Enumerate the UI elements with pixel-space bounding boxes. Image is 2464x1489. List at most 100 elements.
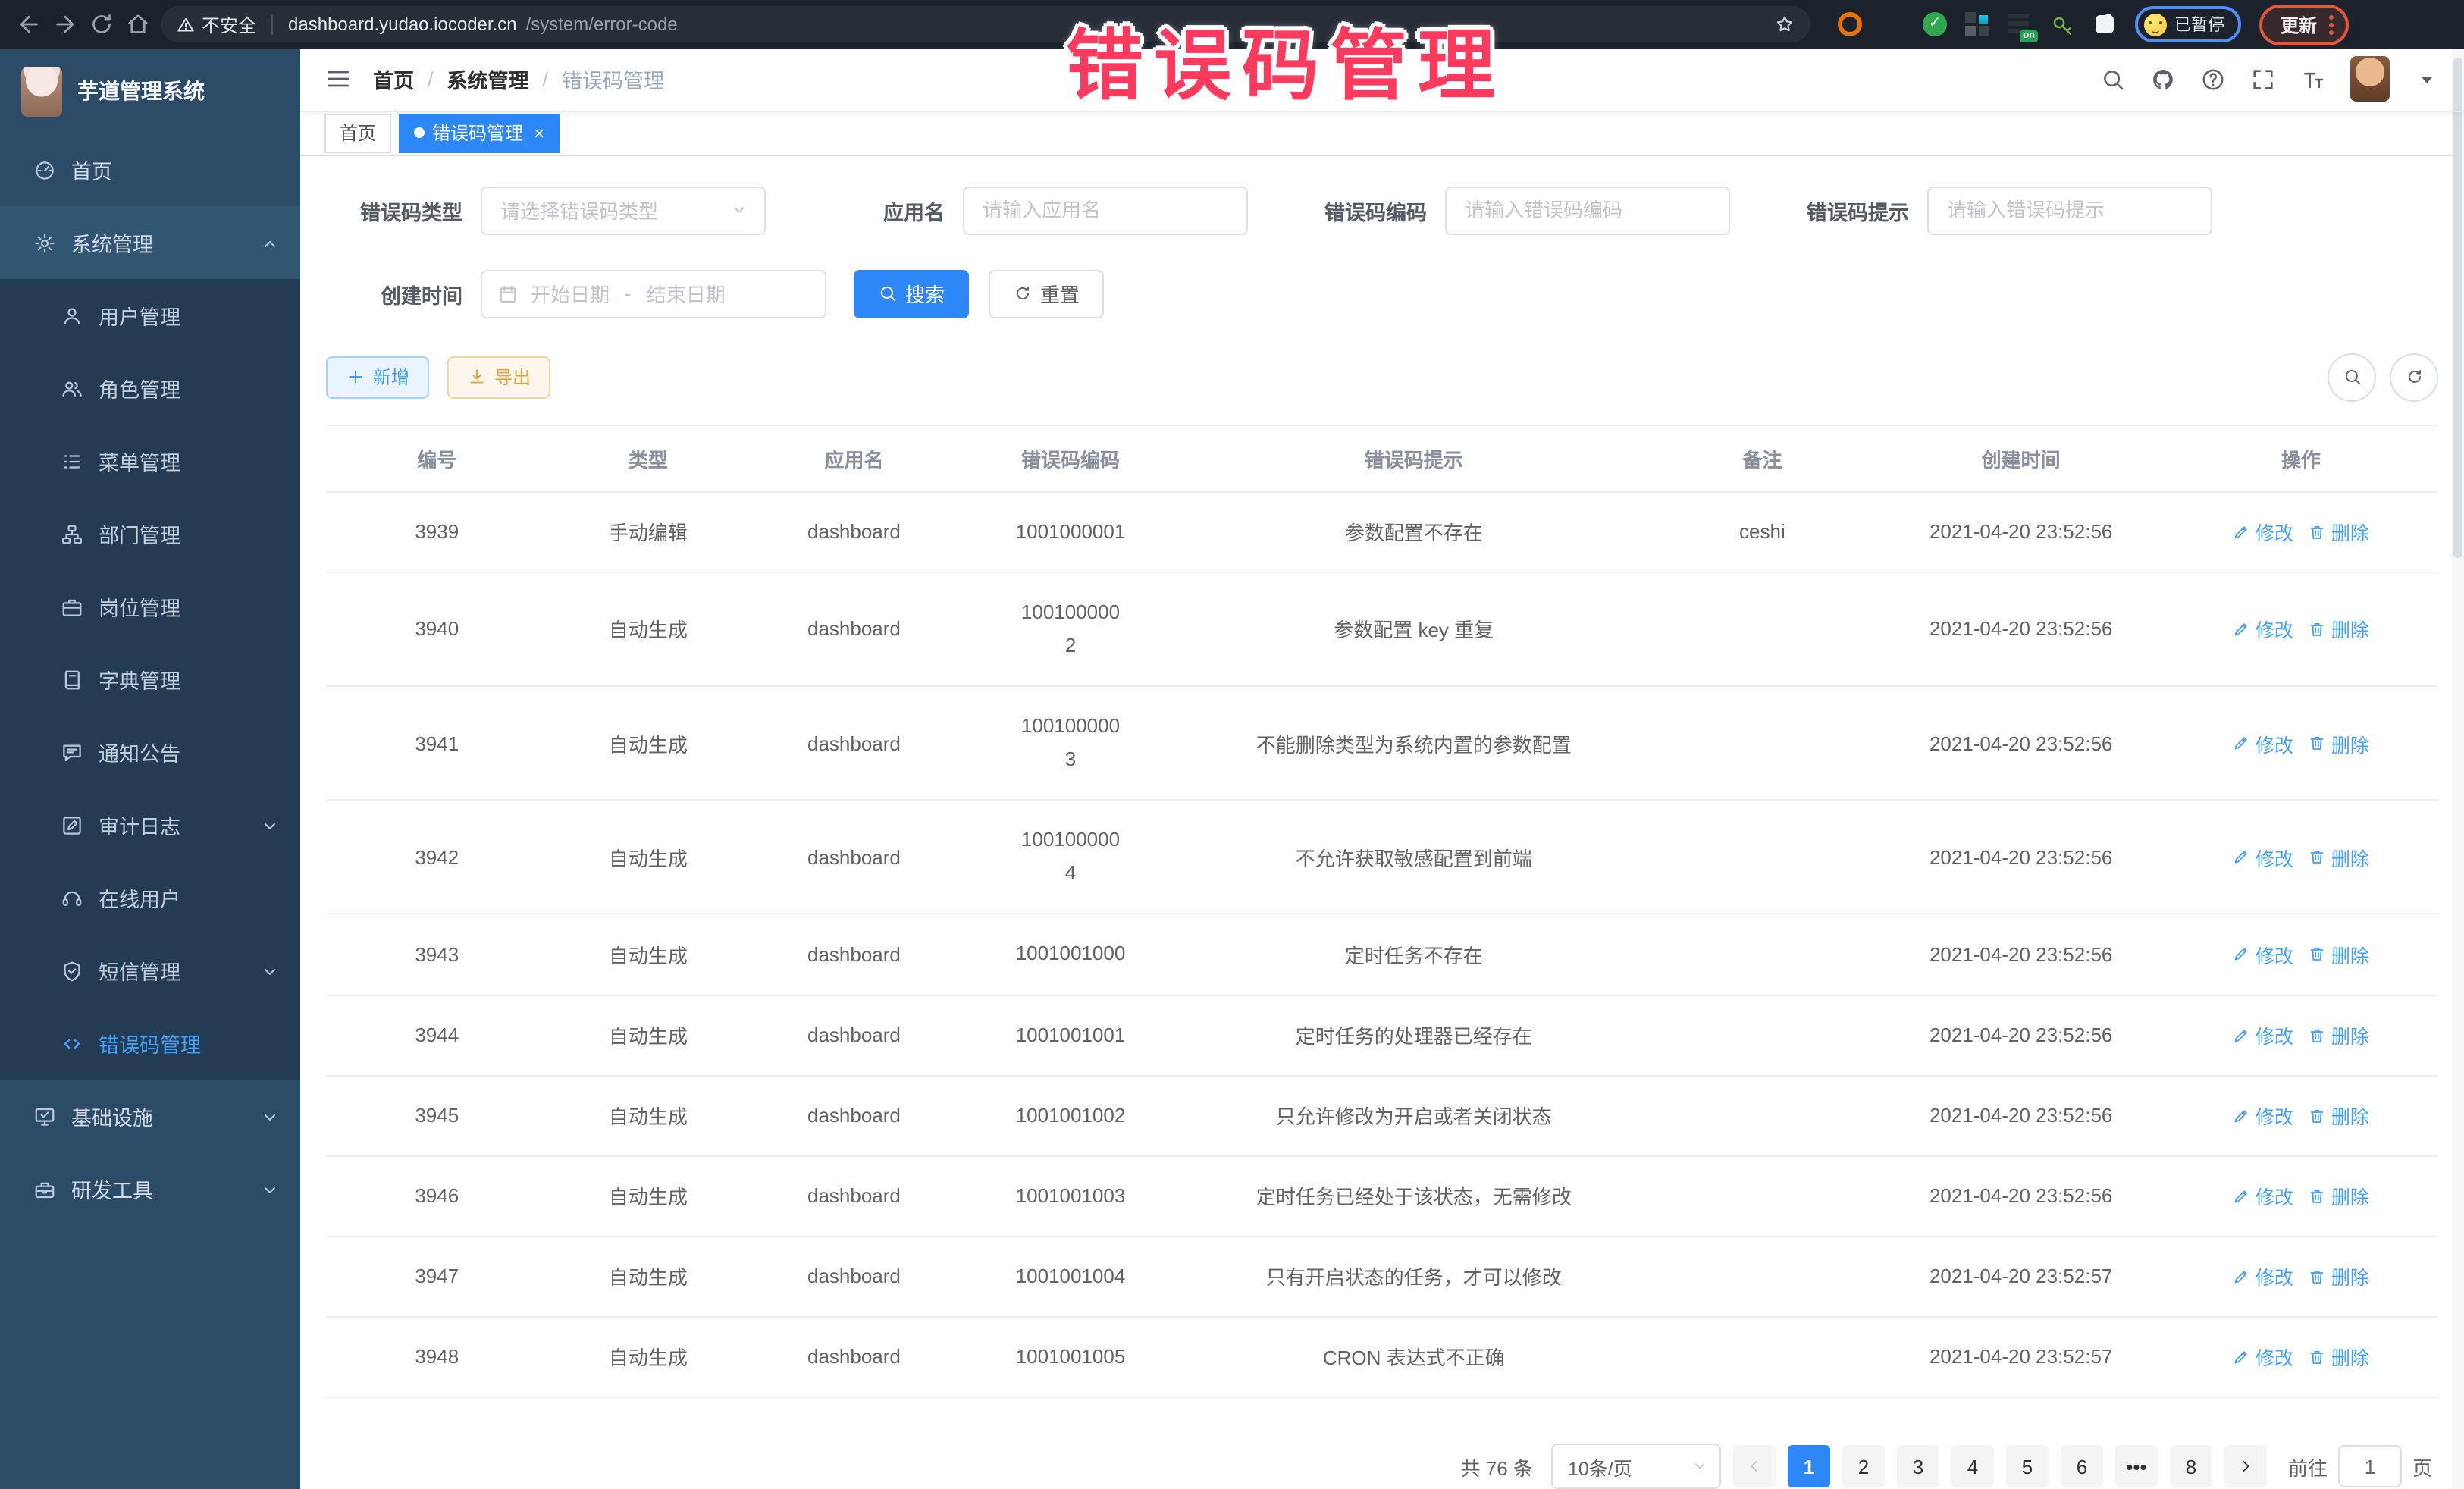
sidebar-item-审计日志[interactable]: 审计日志 xyxy=(0,788,300,861)
next-page-button[interactable] xyxy=(2224,1445,2267,1487)
sidebar-item-在线用户[interactable]: 在线用户 xyxy=(0,861,300,934)
more-pages-button[interactable]: ••• xyxy=(2115,1445,2158,1487)
bookmark-star-icon[interactable] xyxy=(1774,14,1795,35)
edit-link[interactable]: 修改 xyxy=(2233,729,2293,757)
sidebar-item-角色管理[interactable]: 角色管理 xyxy=(0,352,300,425)
page-button-1[interactable]: 1 xyxy=(1788,1445,1830,1487)
sidebar-item-用户管理[interactable]: 用户管理 xyxy=(0,279,300,352)
goto-page-input[interactable] xyxy=(2338,1445,2402,1487)
table-row[interactable]: 3945自动生成dashboard1001001002只允许修改为开启或者关闭状… xyxy=(326,1075,2438,1155)
breadcrumb-system[interactable]: 系统管理 xyxy=(447,64,529,95)
page-button-4[interactable]: 4 xyxy=(1951,1445,1994,1487)
delete-link[interactable]: 删除 xyxy=(2309,1020,2369,1049)
profile-paused-badge[interactable]: 已暂停 xyxy=(2135,6,2241,42)
hint-input[interactable] xyxy=(1927,187,2212,235)
export-button[interactable]: 导出 xyxy=(447,356,550,399)
prev-page-button[interactable] xyxy=(1733,1445,1776,1487)
code-input[interactable] xyxy=(1445,187,1730,235)
help-icon[interactable] xyxy=(2200,67,2226,92)
sidebar-item-系统管理[interactable]: 系统管理 xyxy=(0,206,300,279)
scrollbar[interactable] xyxy=(2452,49,2464,1489)
table-row[interactable]: 3941自动生成dashboard100100000 3不能删除类型为系统内置的… xyxy=(326,686,2438,800)
table-row[interactable]: 3943自动生成dashboard1001001000定时任务不存在2021-0… xyxy=(326,914,2438,995)
delete-link[interactable]: 删除 xyxy=(2309,940,2369,969)
page-button-5[interactable]: 5 xyxy=(2006,1445,2049,1487)
extension-orange-icon[interactable] xyxy=(1838,12,1862,36)
table-row[interactable]: 3948自动生成dashboard1001001005CRON 表达式不正确20… xyxy=(326,1317,2438,1397)
edit-link[interactable]: 修改 xyxy=(2233,1101,2293,1130)
type-select[interactable]: 请选择错误码类型 xyxy=(481,187,766,235)
delete-link[interactable]: 删除 xyxy=(2309,843,2369,872)
delete-link[interactable]: 删除 xyxy=(2309,1182,2369,1211)
edit-link[interactable]: 修改 xyxy=(2233,1020,2293,1049)
back-icon[interactable] xyxy=(15,11,42,38)
page-button-6[interactable]: 6 xyxy=(2061,1445,2103,1487)
browser-menu-icon[interactable] xyxy=(2329,14,2334,34)
address-bar[interactable]: 不安全 dashboard.yudao.iocoder.cn/system/er… xyxy=(161,6,1810,42)
show-search-button[interactable] xyxy=(2328,353,2376,402)
add-button[interactable]: 新增 xyxy=(326,356,429,399)
extension-check-icon[interactable]: ✓ xyxy=(1923,12,1947,36)
sidebar-item-短信管理[interactable]: 短信管理 xyxy=(0,934,300,1007)
table-row[interactable]: 3947自动生成dashboard1001001004只有开启状态的任务，才可以… xyxy=(326,1237,2438,1317)
table-row[interactable]: 3946自动生成dashboard1001001003定时任务已经处于该状态，无… xyxy=(326,1155,2438,1236)
sidebar-item-岗位管理[interactable]: 岗位管理 xyxy=(0,570,300,643)
edit-link[interactable]: 修改 xyxy=(2233,843,2293,872)
extension-key-icon[interactable] xyxy=(2050,12,2074,36)
sidebar-item-首页[interactable]: 首页 xyxy=(0,133,300,206)
sidebar-item-错误码管理[interactable]: 错误码管理 xyxy=(0,1007,300,1080)
home-icon[interactable] xyxy=(124,11,152,38)
delete-link[interactable]: 删除 xyxy=(2309,615,2369,644)
forward-icon[interactable] xyxy=(52,11,79,38)
extension-gem-icon[interactable] xyxy=(1880,12,1904,36)
user-avatar[interactable] xyxy=(2350,57,2390,102)
sidebar-item-菜单管理[interactable]: 菜单管理 xyxy=(0,425,300,497)
page-size-select[interactable]: 10条/页 xyxy=(1551,1444,1721,1489)
reset-button[interactable]: 重置 xyxy=(989,270,1104,318)
search-button[interactable]: 搜索 xyxy=(854,270,969,318)
sidebar-item-基础设施[interactable]: 基础设施 xyxy=(0,1080,300,1152)
date-range-input[interactable]: 开始日期 - 结束日期 xyxy=(481,270,826,318)
search-icon[interactable] xyxy=(2100,67,2126,92)
browser-update-button[interactable]: 更新 xyxy=(2259,4,2349,45)
delete-link[interactable]: 删除 xyxy=(2309,1101,2369,1130)
table-row[interactable]: 3940自动生成dashboard100100000 2参数配置 key 重复2… xyxy=(326,572,2438,686)
fullscreen-icon[interactable] xyxy=(2250,67,2276,92)
github-icon[interactable] xyxy=(2150,67,2176,92)
font-size-icon[interactable] xyxy=(2300,67,2326,92)
edit-link[interactable]: 修改 xyxy=(2233,518,2293,547)
sidebar-item-通知公告[interactable]: 通知公告 xyxy=(0,716,300,788)
edit-link[interactable]: 修改 xyxy=(2233,1182,2293,1211)
app-logo[interactable]: 芋道管理系统 xyxy=(0,49,300,133)
edit-link[interactable]: 修改 xyxy=(2233,615,2293,644)
page-button-2[interactable]: 2 xyxy=(1842,1445,1885,1487)
sidebar-item-部门管理[interactable]: 部门管理 xyxy=(0,497,300,570)
tab-home[interactable]: 首页 xyxy=(324,114,391,153)
scrollbar-thumb[interactable] xyxy=(2453,58,2462,558)
edit-link[interactable]: 修改 xyxy=(2233,1343,2293,1371)
table-row[interactable]: 3944自动生成dashboard1001001001定时任务的处理器已经存在2… xyxy=(326,995,2438,1075)
delete-link[interactable]: 删除 xyxy=(2309,1262,2369,1291)
edit-link[interactable]: 修改 xyxy=(2233,940,2293,969)
tab-error-code[interactable]: 错误码管理 × xyxy=(399,114,560,153)
extension-grid-icon[interactable] xyxy=(1965,12,1989,36)
edit-link[interactable]: 修改 xyxy=(2233,1262,2293,1291)
page-button-3[interactable]: 3 xyxy=(1897,1445,1939,1487)
refresh-table-button[interactable] xyxy=(2390,353,2438,402)
sidebar-item-字典管理[interactable]: 字典管理 xyxy=(0,643,300,716)
delete-link[interactable]: 删除 xyxy=(2309,518,2369,547)
delete-link[interactable]: 删除 xyxy=(2309,729,2369,757)
chevron-down-icon[interactable] xyxy=(2414,67,2440,92)
reload-icon[interactable] xyxy=(88,11,115,38)
hamburger-icon[interactable] xyxy=(324,66,352,93)
breadcrumb-home[interactable]: 首页 xyxy=(373,64,414,95)
page-button-8[interactable]: 8 xyxy=(2170,1445,2212,1487)
table-row[interactable]: 3939手动编辑dashboard1001000001参数配置不存在ceshi2… xyxy=(326,492,2438,572)
extensions-puzzle-icon[interactable] xyxy=(2096,15,2114,33)
security-warning[interactable]: 不安全 xyxy=(176,11,256,37)
delete-link[interactable]: 删除 xyxy=(2309,1343,2369,1371)
table-row[interactable]: 3942自动生成dashboard100100000 4不允许获取敏感配置到前端… xyxy=(326,801,2438,914)
sidebar-item-研发工具[interactable]: 研发工具 xyxy=(0,1152,300,1225)
tab-close-icon[interactable]: × xyxy=(534,124,544,143)
extension-list-icon[interactable]: on xyxy=(2008,12,2032,36)
